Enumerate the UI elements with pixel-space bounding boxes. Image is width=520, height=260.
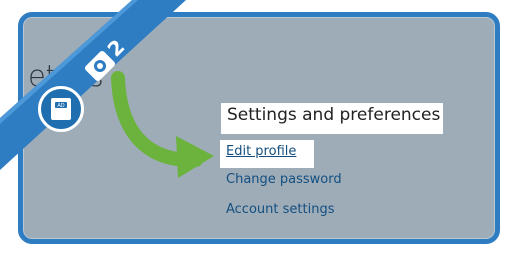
- account-settings-link[interactable]: Account settings: [226, 202, 334, 217]
- address-book-glyph: AD: [51, 98, 71, 120]
- address-book-icon: AD: [38, 86, 84, 132]
- change-password-link[interactable]: Change password: [226, 172, 342, 187]
- settings-title: Settings and preferences: [221, 103, 443, 134]
- settings-panel: etails Settings and preferences Edit pro…: [18, 12, 500, 244]
- badge-text: AD: [57, 103, 64, 109]
- edit-profile-link[interactable]: Edit profile: [220, 140, 314, 168]
